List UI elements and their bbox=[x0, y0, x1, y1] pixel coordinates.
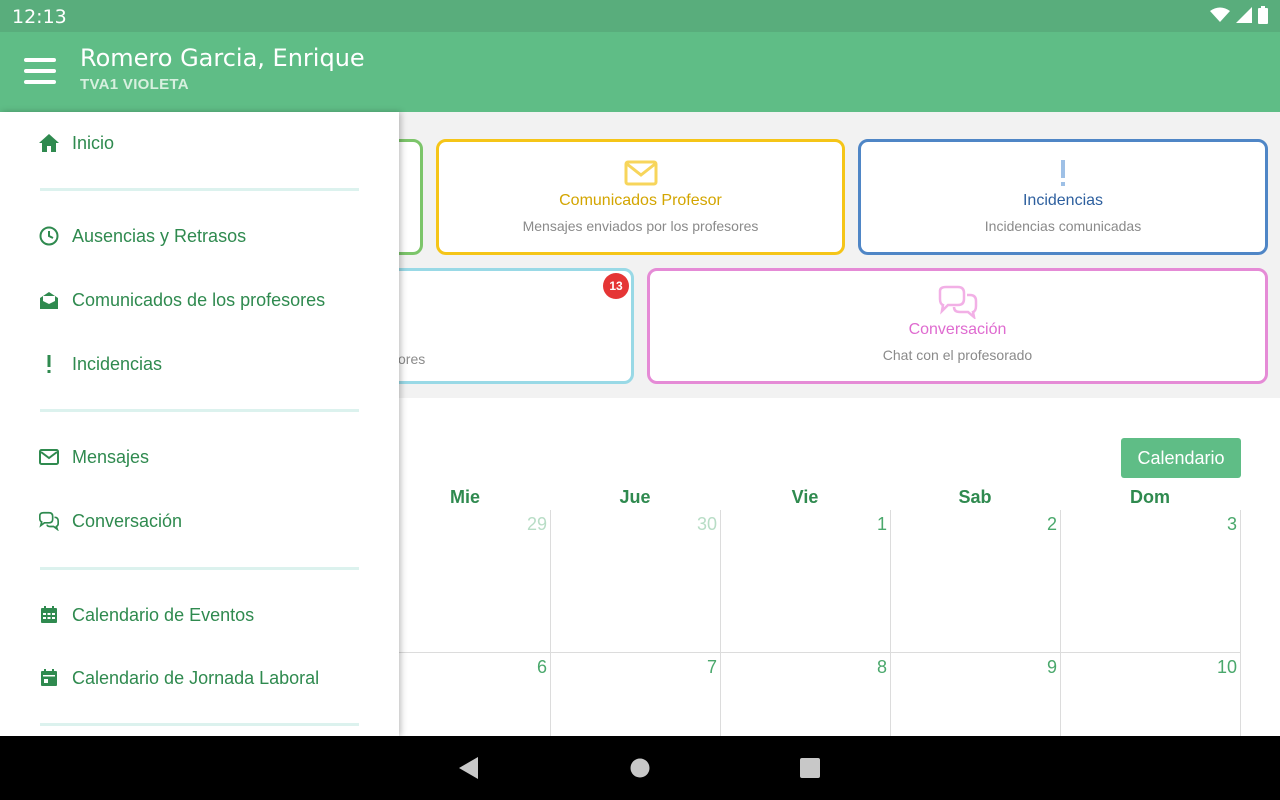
student-name: Romero Garcia, Enrique bbox=[80, 44, 365, 72]
chat-icon bbox=[38, 510, 60, 532]
calendar-day[interactable]: 1 bbox=[847, 514, 887, 535]
card-subtitle: Chat con el profesorado bbox=[882, 347, 1033, 363]
system-nav-bar bbox=[0, 736, 1280, 800]
calendar-day[interactable]: 2 bbox=[1017, 514, 1057, 535]
card-incidencias[interactable]: Incidencias Incidencias comunicadas bbox=[858, 139, 1268, 255]
drawer-item-label: Calendario de Eventos bbox=[72, 604, 255, 625]
drawer-item-incidencias[interactable]: Incidencias bbox=[0, 342, 399, 386]
card-title: Incidencias bbox=[1022, 192, 1104, 209]
unread-badge: 13 bbox=[603, 273, 629, 299]
recents-icon[interactable] bbox=[800, 758, 820, 778]
drawer-divider bbox=[40, 567, 359, 570]
day-header-jue: Jue bbox=[619, 487, 651, 507]
calendar-day[interactable]: 29 bbox=[507, 514, 547, 535]
drawer-item-label: Comunicados de los profesores bbox=[72, 289, 326, 310]
open-envelope-icon bbox=[38, 289, 60, 311]
drawer-item-ausencias[interactable]: Ausencias y Retrasos bbox=[0, 214, 399, 258]
calendar-button[interactable]: Calendario bbox=[1121, 438, 1241, 478]
exclamation-icon bbox=[38, 353, 60, 375]
calendar-grid-icon bbox=[38, 604, 60, 626]
drawer-item-comunicados[interactable]: Comunicados de los profesores bbox=[0, 278, 399, 322]
navigation-drawer: Inicio Ausencias y Retrasos Comunicados … bbox=[0, 112, 399, 736]
day-header-vie: Vie bbox=[791, 487, 819, 507]
card-title: Comunicados Profesor bbox=[559, 192, 722, 209]
drawer-item-conversacion[interactable]: Conversación bbox=[0, 499, 399, 543]
calendar-day[interactable]: 3 bbox=[1197, 514, 1237, 535]
envelope-icon bbox=[38, 446, 60, 468]
status-bar: 12:13 bbox=[0, 0, 1280, 32]
calendar-day[interactable]: 9 bbox=[1017, 657, 1057, 678]
drawer-divider bbox=[40, 409, 359, 412]
drawer-item-calendario-eventos[interactable]: Calendario de Eventos bbox=[0, 593, 399, 637]
drawer-item-label: Conversación bbox=[72, 510, 183, 531]
signal-icon bbox=[1236, 7, 1252, 23]
app-bar: Romero Garcia, Enrique TVA1 VIOLETA bbox=[0, 32, 1280, 112]
day-header-mie: Mie bbox=[449, 487, 480, 507]
drawer-item-label: Calendario de Jornada Laboral bbox=[72, 667, 320, 688]
student-group: TVA1 VIOLETA bbox=[80, 76, 189, 93]
drawer-item-label: Inicio bbox=[72, 132, 115, 153]
card-conversacion[interactable]: Conversación Chat con el profesorado bbox=[647, 268, 1268, 384]
drawer-item-calendario-jornada[interactable]: Calendario de Jornada Laboral bbox=[0, 656, 399, 700]
back-icon[interactable] bbox=[458, 756, 480, 780]
calendar-day[interactable]: 6 bbox=[507, 657, 547, 678]
day-header-sab: Sab bbox=[958, 487, 992, 507]
chat-icon bbox=[938, 285, 977, 319]
card-subtitle: Incidencias comunicadas bbox=[984, 218, 1142, 234]
home-icon bbox=[38, 132, 60, 154]
drawer-item-label: Ausencias y Retrasos bbox=[72, 225, 247, 246]
card-comunicados-profesor[interactable]: Comunicados Profesor Mensajes enviados p… bbox=[436, 139, 845, 255]
calendar-day[interactable]: 7 bbox=[677, 657, 717, 678]
hamburger-icon[interactable] bbox=[24, 58, 56, 84]
drawer-item-label: Incidencias bbox=[72, 353, 163, 374]
calendar-day[interactable]: 30 bbox=[677, 514, 717, 535]
calendar-day[interactable]: 10 bbox=[1197, 657, 1237, 678]
card-subtitle: Mensajes enviados por los profesores bbox=[522, 218, 759, 234]
clock-icon bbox=[38, 225, 60, 247]
card-title: Conversación bbox=[908, 321, 1007, 338]
calendar-icon bbox=[38, 667, 60, 689]
drawer-divider bbox=[40, 188, 359, 191]
day-header-dom: Dom bbox=[1130, 487, 1170, 507]
calendar-day[interactable]: 8 bbox=[847, 657, 887, 678]
exclamation-icon bbox=[1061, 160, 1065, 186]
home-circle-icon[interactable] bbox=[630, 758, 650, 778]
status-time: 12:13 bbox=[12, 6, 67, 28]
calendar-grid: 29 30 1 2 3 6 7 8 9 10 bbox=[380, 510, 1241, 736]
drawer-divider bbox=[40, 723, 359, 726]
wifi-icon bbox=[1210, 7, 1230, 22]
drawer-item-inicio[interactable]: Inicio bbox=[0, 121, 399, 165]
envelope-icon bbox=[624, 160, 657, 186]
drawer-item-label: Mensajes bbox=[72, 446, 150, 467]
battery-icon bbox=[1258, 6, 1268, 24]
card-subtitle: ores bbox=[398, 351, 426, 367]
drawer-item-mensajes[interactable]: Mensajes bbox=[0, 435, 399, 479]
